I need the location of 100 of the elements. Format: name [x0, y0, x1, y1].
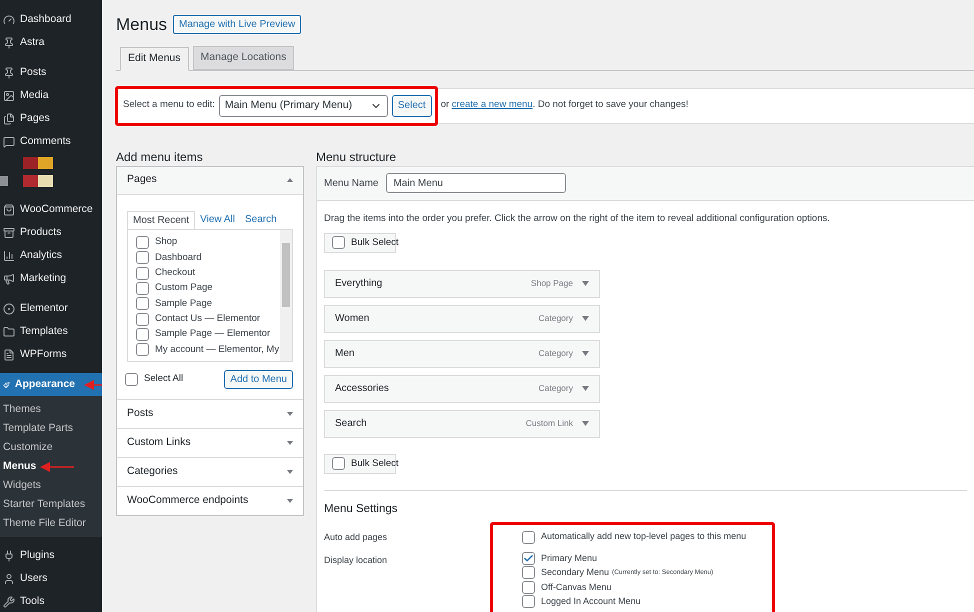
checkbox[interactable]	[136, 282, 149, 295]
menu-name-label: Menu Name	[324, 176, 378, 190]
menu-item-bar[interactable]: Men Category	[324, 340, 600, 368]
pin-icon	[3, 66, 15, 78]
checkbox[interactable]	[522, 530, 535, 544]
menu-item-bar[interactable]: Accessories Category	[324, 374, 600, 403]
caret-icon[interactable]	[582, 351, 589, 356]
submenu-item[interactable]: Template Parts	[0, 419, 74, 438]
add-to-menu-button[interactable]: Add to Menu	[224, 370, 293, 388]
sidebar-item[interactable]: Products	[0, 221, 102, 244]
submenu-item[interactable]: Starter Templates	[0, 495, 86, 514]
item-type-label: Shop Page	[530, 277, 573, 290]
page-option-label: Dashboard	[155, 250, 202, 265]
caret-icon[interactable]	[582, 316, 589, 322]
sidebar-item[interactable]: Posts	[0, 61, 102, 84]
sidebar-item[interactable]: WooCommerce	[0, 198, 102, 221]
submenu-item[interactable]: Customize	[0, 438, 53, 457]
sidebar-item[interactable]: Astra	[0, 31, 102, 54]
checkbox[interactable]	[136, 297, 149, 310]
sidebar-item[interactable]: Elementor	[0, 297, 102, 320]
sidebar-item[interactable]: Media	[0, 84, 102, 107]
submenu-item[interactable]: Menus	[0, 457, 36, 476]
item-type-label: Custom Link	[526, 417, 573, 430]
sidebar-item[interactable]: Templates	[0, 320, 102, 343]
bulk-select-button[interactable]: Bulk Select	[324, 454, 396, 474]
caret-down-icon	[287, 470, 293, 474]
checkbox[interactable]	[136, 343, 149, 356]
checkbox[interactable]	[522, 595, 535, 608]
item-type-label: Category	[538, 382, 573, 396]
sidebar-item[interactable]: Users	[0, 567, 102, 590]
menu-item-bar[interactable]: Everything Shop Page	[324, 270, 600, 298]
setting-label: Auto add pages	[324, 531, 388, 544]
sidebar-item[interactable]: Plugins	[0, 544, 102, 567]
caret-up-icon	[287, 178, 293, 182]
sidebar-item[interactable]: Appearance	[0, 373, 102, 396]
checkbox[interactable]	[522, 566, 535, 580]
sidebar-item[interactable]: Analytics	[0, 244, 102, 267]
sidebar-item[interactable]: Marketing	[0, 267, 102, 290]
panel-tab[interactable]: View All	[195, 210, 240, 228]
checkbox[interactable]	[332, 457, 345, 470]
form-icon	[3, 348, 15, 360]
caret-icon[interactable]	[582, 421, 589, 426]
accordion-header[interactable]: Posts	[117, 398, 303, 428]
select-label: Select a menu to edit:	[123, 98, 215, 112]
panel-tab[interactable]: Most Recent	[127, 210, 196, 228]
accordion-header[interactable]: Pages	[117, 166, 303, 194]
checkbox[interactable]	[136, 236, 149, 249]
checkbox[interactable]	[136, 251, 149, 264]
setting-label: Display location	[324, 554, 388, 567]
caret-down-icon	[287, 498, 293, 502]
caret-icon[interactable]	[582, 386, 589, 392]
bar-chart-icon	[3, 250, 15, 262]
live-preview-button[interactable]: Manage with Live Preview	[173, 15, 302, 34]
plugin-swatch-icon	[23, 175, 53, 187]
tab[interactable]: Manage Locations	[192, 46, 294, 70]
checkbox[interactable]	[136, 266, 149, 280]
sidebar-item[interactable]: Comments	[0, 130, 102, 153]
section-heading: Menu structure	[316, 148, 398, 166]
pages-icon	[3, 112, 15, 124]
checkbox[interactable]	[136, 312, 149, 326]
caret-down-icon	[287, 412, 293, 416]
accordion-header[interactable]: Custom Links	[117, 428, 303, 456]
select-button[interactable]: Select	[392, 94, 432, 116]
checkbox-label: Secondary Menu	[541, 566, 610, 579]
menu-name-input[interactable]: Main Menu	[386, 173, 566, 193]
panel-tab[interactable]: Search	[240, 210, 282, 228]
scrollbar[interactable]	[280, 230, 292, 360]
checkbox[interactable]	[522, 580, 535, 594]
page-option-label: Sample Page	[155, 296, 212, 311]
comment-icon	[3, 136, 15, 148]
sidebar-item[interactable]: Dashboard	[0, 8, 102, 31]
submenu-item[interactable]: Widgets	[0, 476, 41, 495]
accordion-header[interactable]: Categories	[117, 456, 303, 486]
checked-checkbox[interactable]	[522, 552, 535, 565]
media-icon	[3, 90, 15, 102]
page-option-label: Custom Page	[155, 281, 213, 296]
menu-dropdown[interactable]: Main Menu (Primary Menu)	[218, 94, 388, 116]
checkbox-label: Primary Menu	[541, 552, 598, 565]
user-icon	[3, 572, 15, 584]
create-menu-link[interactable]: create a new menu	[452, 99, 533, 110]
menu-item-bar[interactable]: Women Category	[324, 304, 600, 333]
menu-item-bar[interactable]: Search Custom Link	[324, 410, 600, 438]
sidebar-item[interactable]: WPForms	[0, 343, 102, 366]
select-hint: or create a new menu. Do not forget to save your changes!	[440, 98, 688, 112]
sidebar-item[interactable]: Pages	[0, 107, 102, 130]
bag-icon	[3, 204, 15, 216]
section-heading: Add menu items	[116, 148, 204, 166]
checkbox-label: Automatically add new top-level pages to this menu	[541, 530, 746, 544]
sidebar-item[interactable]: Tools	[0, 590, 102, 612]
bulk-select-button[interactable]: Bulk Select	[324, 232, 396, 253]
caret-icon[interactable]	[582, 281, 589, 286]
page-option-label: Shop	[155, 235, 178, 250]
checkbox[interactable]	[332, 236, 345, 250]
submenu-item[interactable]: Theme File Editor	[0, 514, 86, 533]
tab[interactable]: Edit Menus	[120, 46, 189, 70]
item-type-label: Category	[538, 312, 573, 326]
submenu-item[interactable]: Themes	[0, 400, 41, 419]
checkbox[interactable]	[136, 328, 149, 342]
accordion-header[interactable]: WooCommerce endpoints	[117, 486, 303, 514]
checkbox[interactable]	[125, 372, 138, 386]
